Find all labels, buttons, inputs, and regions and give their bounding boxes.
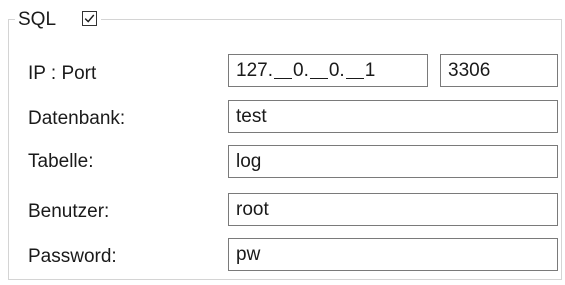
sql-enable-checkbox[interactable] bbox=[82, 11, 98, 26]
ip-dot: . bbox=[339, 60, 345, 81]
ip-dot: . bbox=[267, 60, 273, 81]
ip-port-label: IP : Port bbox=[28, 63, 97, 84]
ip-separator bbox=[345, 78, 364, 79]
password-field[interactable]: pw bbox=[228, 238, 558, 271]
sql-group-title: SQL bbox=[18, 9, 57, 30]
password-label: Password: bbox=[28, 246, 117, 267]
ip-address-field[interactable]: 127 . 0 . 0 . 1 bbox=[228, 54, 428, 87]
sql-group-header: SQL bbox=[15, 8, 102, 32]
database-label: Datenbank: bbox=[28, 108, 126, 129]
ip-separator bbox=[309, 78, 328, 79]
ip-octet-3[interactable]: 0 bbox=[329, 55, 340, 86]
database-field[interactable]: test bbox=[228, 100, 558, 133]
checkmark-icon bbox=[84, 14, 95, 23]
user-label: Benutzer: bbox=[28, 201, 110, 222]
ip-separator bbox=[273, 78, 292, 79]
table-field[interactable]: log bbox=[228, 145, 558, 178]
ip-octet-1[interactable]: 127 bbox=[236, 55, 268, 86]
port-field[interactable]: 3306 bbox=[440, 54, 558, 87]
ip-octet-4[interactable]: 1 bbox=[365, 55, 376, 86]
table-label: Tabelle: bbox=[28, 151, 94, 172]
user-field[interactable]: root bbox=[228, 193, 558, 226]
ip-octet-2[interactable]: 0 bbox=[293, 55, 304, 86]
ip-dot: . bbox=[303, 60, 309, 81]
